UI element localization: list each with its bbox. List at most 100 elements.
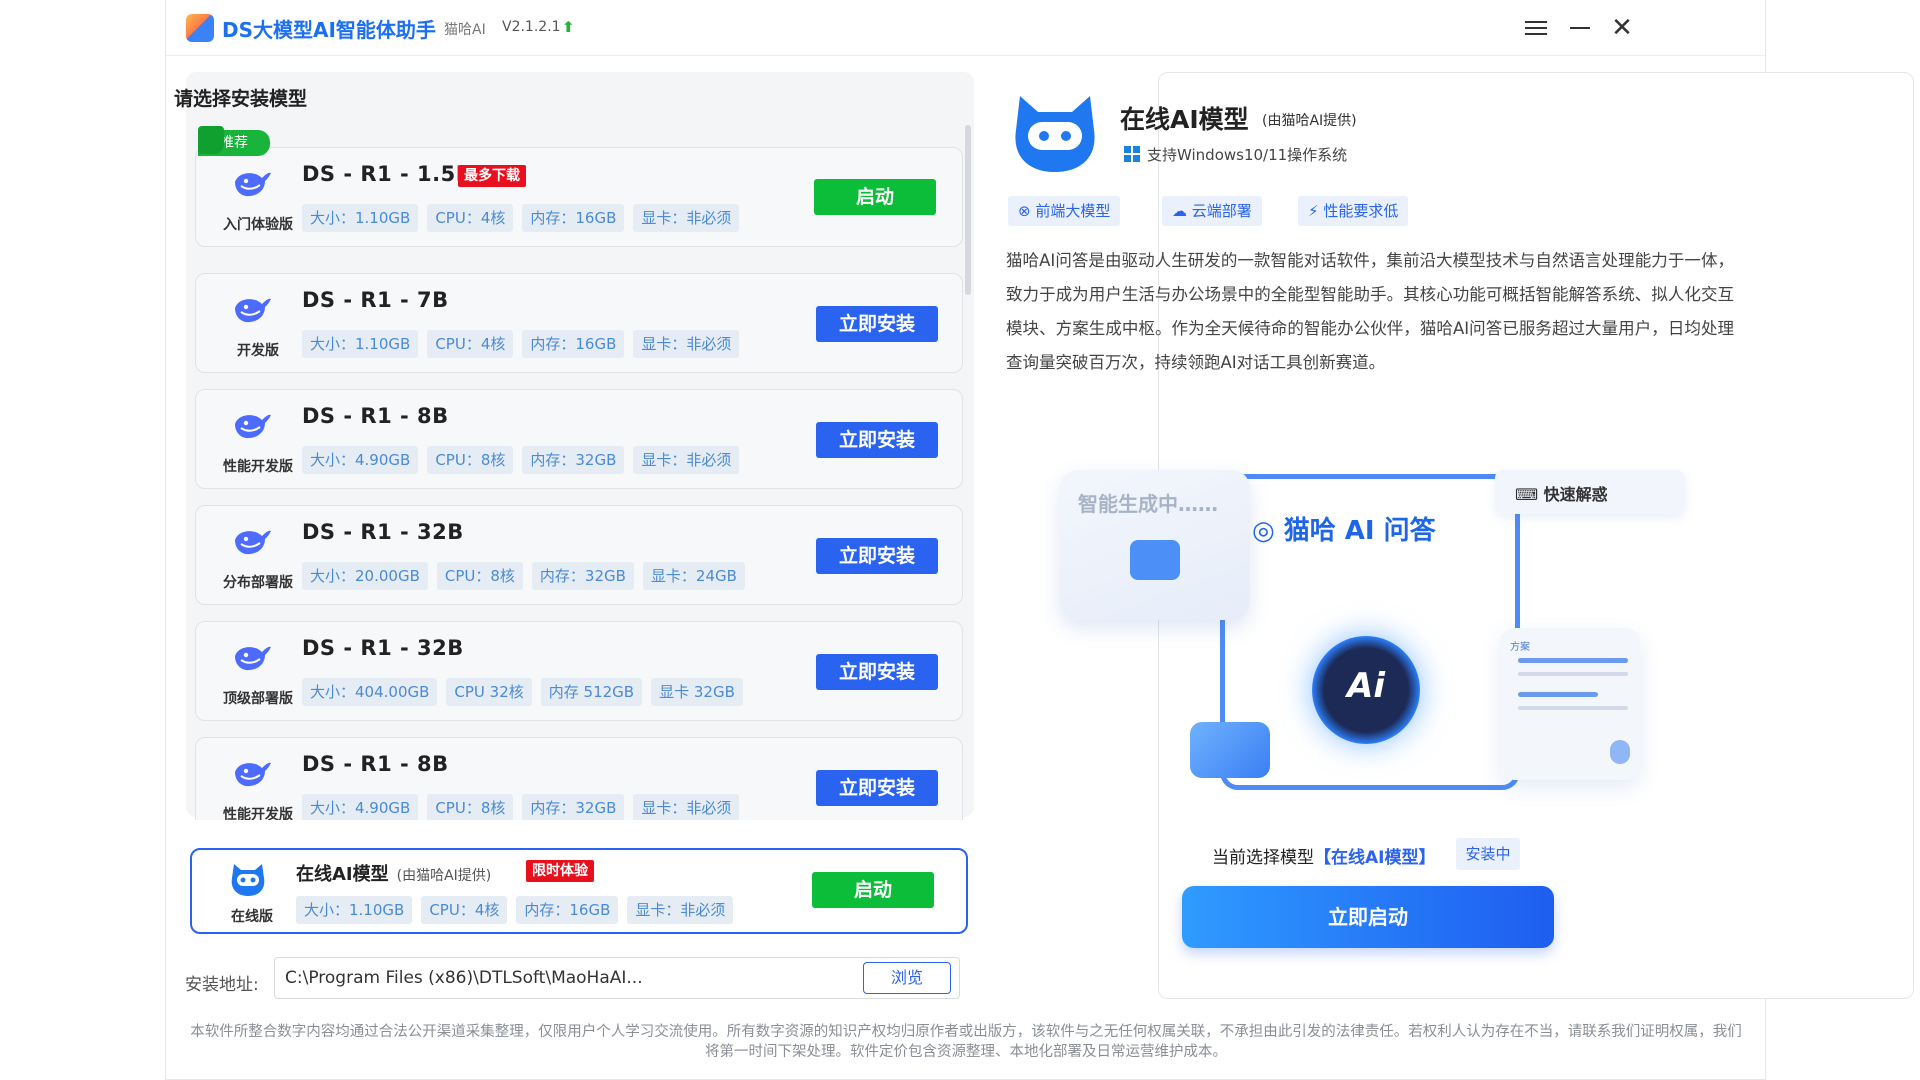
size-chip: 大小：1.10GB [302, 204, 419, 232]
status-badge: 安装中 [1456, 838, 1520, 870]
online-model-card[interactable]: 在线版 在线AI模型 (由猫哈AI提供) 限时体验 大小：1.10GB CPU：4… [190, 848, 968, 934]
model-card[interactable]: 开发版 DS - R1 - 7B 大小：1.10GB CPU：4核 内存：16G… [195, 273, 963, 373]
ai-illustration: 智能生成中…… ◎ 猫哈 AI 问答 ⌨ 快速解惑 Ai 方案 [1040, 460, 1685, 800]
spec-chips: 大小：1.10GB CPU：4核 内存：16GB 显卡：非必须 [296, 896, 734, 924]
cpu-chip: CPU：4核 [427, 330, 514, 358]
cpu-chip: CPU：8核 [427, 794, 514, 820]
start-button[interactable]: 启动 [812, 872, 934, 908]
model-card[interactable]: 性能开发版 DS - R1 - 8B 大小：4.90GB CPU：8核 内存：3… [195, 737, 963, 820]
gpu-chip: 显卡：非必须 [633, 446, 740, 474]
whale-icon [235, 646, 271, 671]
model-card[interactable]: 顶级部署版 DS - R1 - 32B 大小：404.00GB CPU 32核 … [195, 621, 963, 721]
tag-badge: 最多下载 [458, 165, 526, 187]
list-scrollbar[interactable] [965, 125, 971, 295]
minimize-icon[interactable] [1566, 14, 1594, 42]
title-bar: DS大模型AI智能体助手 猫哈AI V2.1.2.1 ⬆ ✕ [166, 0, 1765, 56]
browse-button[interactable]: 浏览 [863, 962, 951, 994]
model-name: DS - R1 - 8B [302, 752, 449, 776]
quick-card: ⌨ 快速解惑 [1495, 470, 1685, 514]
app-title: DS大模型AI智能体助手 [222, 18, 436, 42]
model-card[interactable]: 性能开发版 DS - R1 - 8B 大小：4.90GB CPU：8核 内存：3… [195, 389, 963, 489]
brand-text: ◎ 猫哈 AI 问答 [1252, 516, 1436, 546]
install-button[interactable]: 立即安装 [816, 770, 938, 806]
install-path-label: 安装地址: [185, 975, 259, 995]
edition-label: 性能开发版 [223, 459, 293, 475]
generating-card: 智能生成中…… [1060, 470, 1250, 620]
model-name: DS - R1 - 8B [302, 404, 449, 428]
spec-chips: 大小：1.10GB CPU：4核 内存：16GB 显卡：非必须 [302, 204, 740, 232]
memory-chip: 内存：32GB [522, 446, 625, 474]
robot-cat-logo-icon [1015, 96, 1095, 172]
cpu-chip: CPU 32核 [446, 678, 532, 706]
model-name: 在线AI模型 (由猫哈AI提供) [296, 864, 492, 885]
cpu-chip: CPU：8核 [427, 446, 514, 474]
robot-cat-icon [231, 864, 265, 896]
gpu-chip: 显卡：非必须 [627, 896, 734, 924]
edition-label: 入门体验版 [223, 217, 293, 233]
app-logo-icon [186, 14, 214, 42]
install-path-input[interactable]: C:\Program Files (x86)\DTLSoft\MaoHaAI..… [274, 957, 960, 999]
spec-chips: 大小：404.00GB CPU 32核 内存 512GB 显卡 32GB [302, 678, 743, 706]
current-model-text: 当前选择模型【在线AI模型】 [1212, 848, 1436, 868]
update-arrow-icon[interactable]: ⬆ [562, 18, 575, 36]
edition-label: 顶级部署版 [223, 691, 293, 707]
description-text: 猫哈AI问答是由驱动人生研发的一款智能对话软件，集前沿大模型技术与自然语言处理能… [1006, 251, 1734, 372]
app-version: V2.1.2.1 [502, 19, 561, 35]
model-card[interactable]: 推荐 入门体验版 DS - R1 - 1.5B 最多下载 大小：1.10GB C… [195, 126, 963, 247]
menu-icon[interactable] [1522, 14, 1550, 42]
size-chip: 大小：1.10GB [302, 330, 419, 358]
model-name: DS - R1 - 32B [302, 520, 464, 544]
disclaimer-text: 本软件所整合数字内容均通过合法公开渠道采集整理，仅限用户个人学习交流使用。所有数… [190, 1024, 1742, 1060]
memory-chip: 内存：16GB [522, 204, 625, 232]
whale-icon [235, 298, 271, 323]
tag-badge: 限时体验 [526, 860, 594, 882]
model-name: DS - R1 - 1.5B [302, 162, 473, 186]
windows-icon [1124, 146, 1140, 162]
close-icon[interactable]: ✕ [1608, 14, 1636, 42]
provider-text: (由猫哈AI提供) [1262, 113, 1357, 129]
spec-chips: 大小：1.10GB CPU：4核 内存：16GB 显卡：非必须 [302, 330, 740, 358]
ai-orb-icon: Ai [1312, 636, 1420, 744]
model-select-title: 请选择安装模型 [174, 88, 308, 110]
feature-tag: ⊗ 前端大模型 [1008, 196, 1121, 226]
install-button[interactable]: 立即安装 [816, 538, 938, 574]
start-button[interactable]: 启动 [814, 179, 936, 215]
edition-label: 在线版 [231, 909, 273, 925]
size-chip: 大小：4.90GB [302, 446, 419, 474]
memory-chip: 内存：16GB [522, 330, 625, 358]
whale-icon [235, 530, 271, 555]
spec-chips: 大小：4.90GB CPU：8核 内存：32GB 显卡：非必须 [302, 794, 740, 820]
lightbulb-icon [1610, 740, 1630, 764]
install-path-value: C:\Program Files (x86)\DTLSoft\MaoHaAI..… [285, 968, 643, 988]
model-name: DS - R1 - 32B [302, 636, 464, 660]
size-chip: 大小：20.00GB [302, 562, 428, 590]
edition-label: 分布部署版 [223, 575, 293, 591]
os-support-text: 支持Windows10/11操作系统 [1147, 146, 1348, 164]
thumbs-up-icon [198, 126, 224, 154]
gpu-chip: 显卡：非必须 [633, 204, 740, 232]
chat-edit-icon [1130, 540, 1180, 580]
voice-wave-icon [1190, 722, 1270, 778]
cpu-chip: CPU：4核 [427, 204, 514, 232]
install-button[interactable]: 立即安装 [816, 654, 938, 690]
gpu-chip: 显卡：非必须 [633, 330, 740, 358]
online-model-title: 在线AI模型 [1120, 105, 1249, 134]
model-card[interactable]: 分布部署版 DS - R1 - 32B 大小：20.00GB CPU：8核 内存… [195, 505, 963, 605]
spec-chips: 大小：4.90GB CPU：8核 内存：32GB 显卡：非必须 [302, 446, 740, 474]
gpu-chip: 显卡：非必须 [633, 794, 740, 820]
gpu-chip: 显卡 32GB [651, 678, 743, 706]
install-button[interactable]: 立即安装 [816, 422, 938, 458]
whale-icon [235, 762, 271, 787]
whale-icon [235, 172, 271, 197]
gpu-chip: 显卡：24GB [642, 562, 745, 590]
memory-chip: 内存：32GB [531, 562, 634, 590]
cpu-chip: CPU：4核 [421, 896, 508, 924]
size-chip: 大小：4.90GB [302, 794, 419, 820]
launch-now-button[interactable]: 立即启动 [1182, 886, 1554, 948]
memory-chip: 内存：16GB [516, 896, 619, 924]
edition-label: 性能开发版 [223, 807, 293, 820]
memory-chip: 内存：32GB [522, 794, 625, 820]
model-list: 推荐 入门体验版 DS - R1 - 1.5B 最多下载 大小：1.10GB C… [0, 115, 980, 820]
install-button[interactable]: 立即安装 [816, 306, 938, 342]
model-name: DS - R1 - 7B [302, 288, 449, 312]
